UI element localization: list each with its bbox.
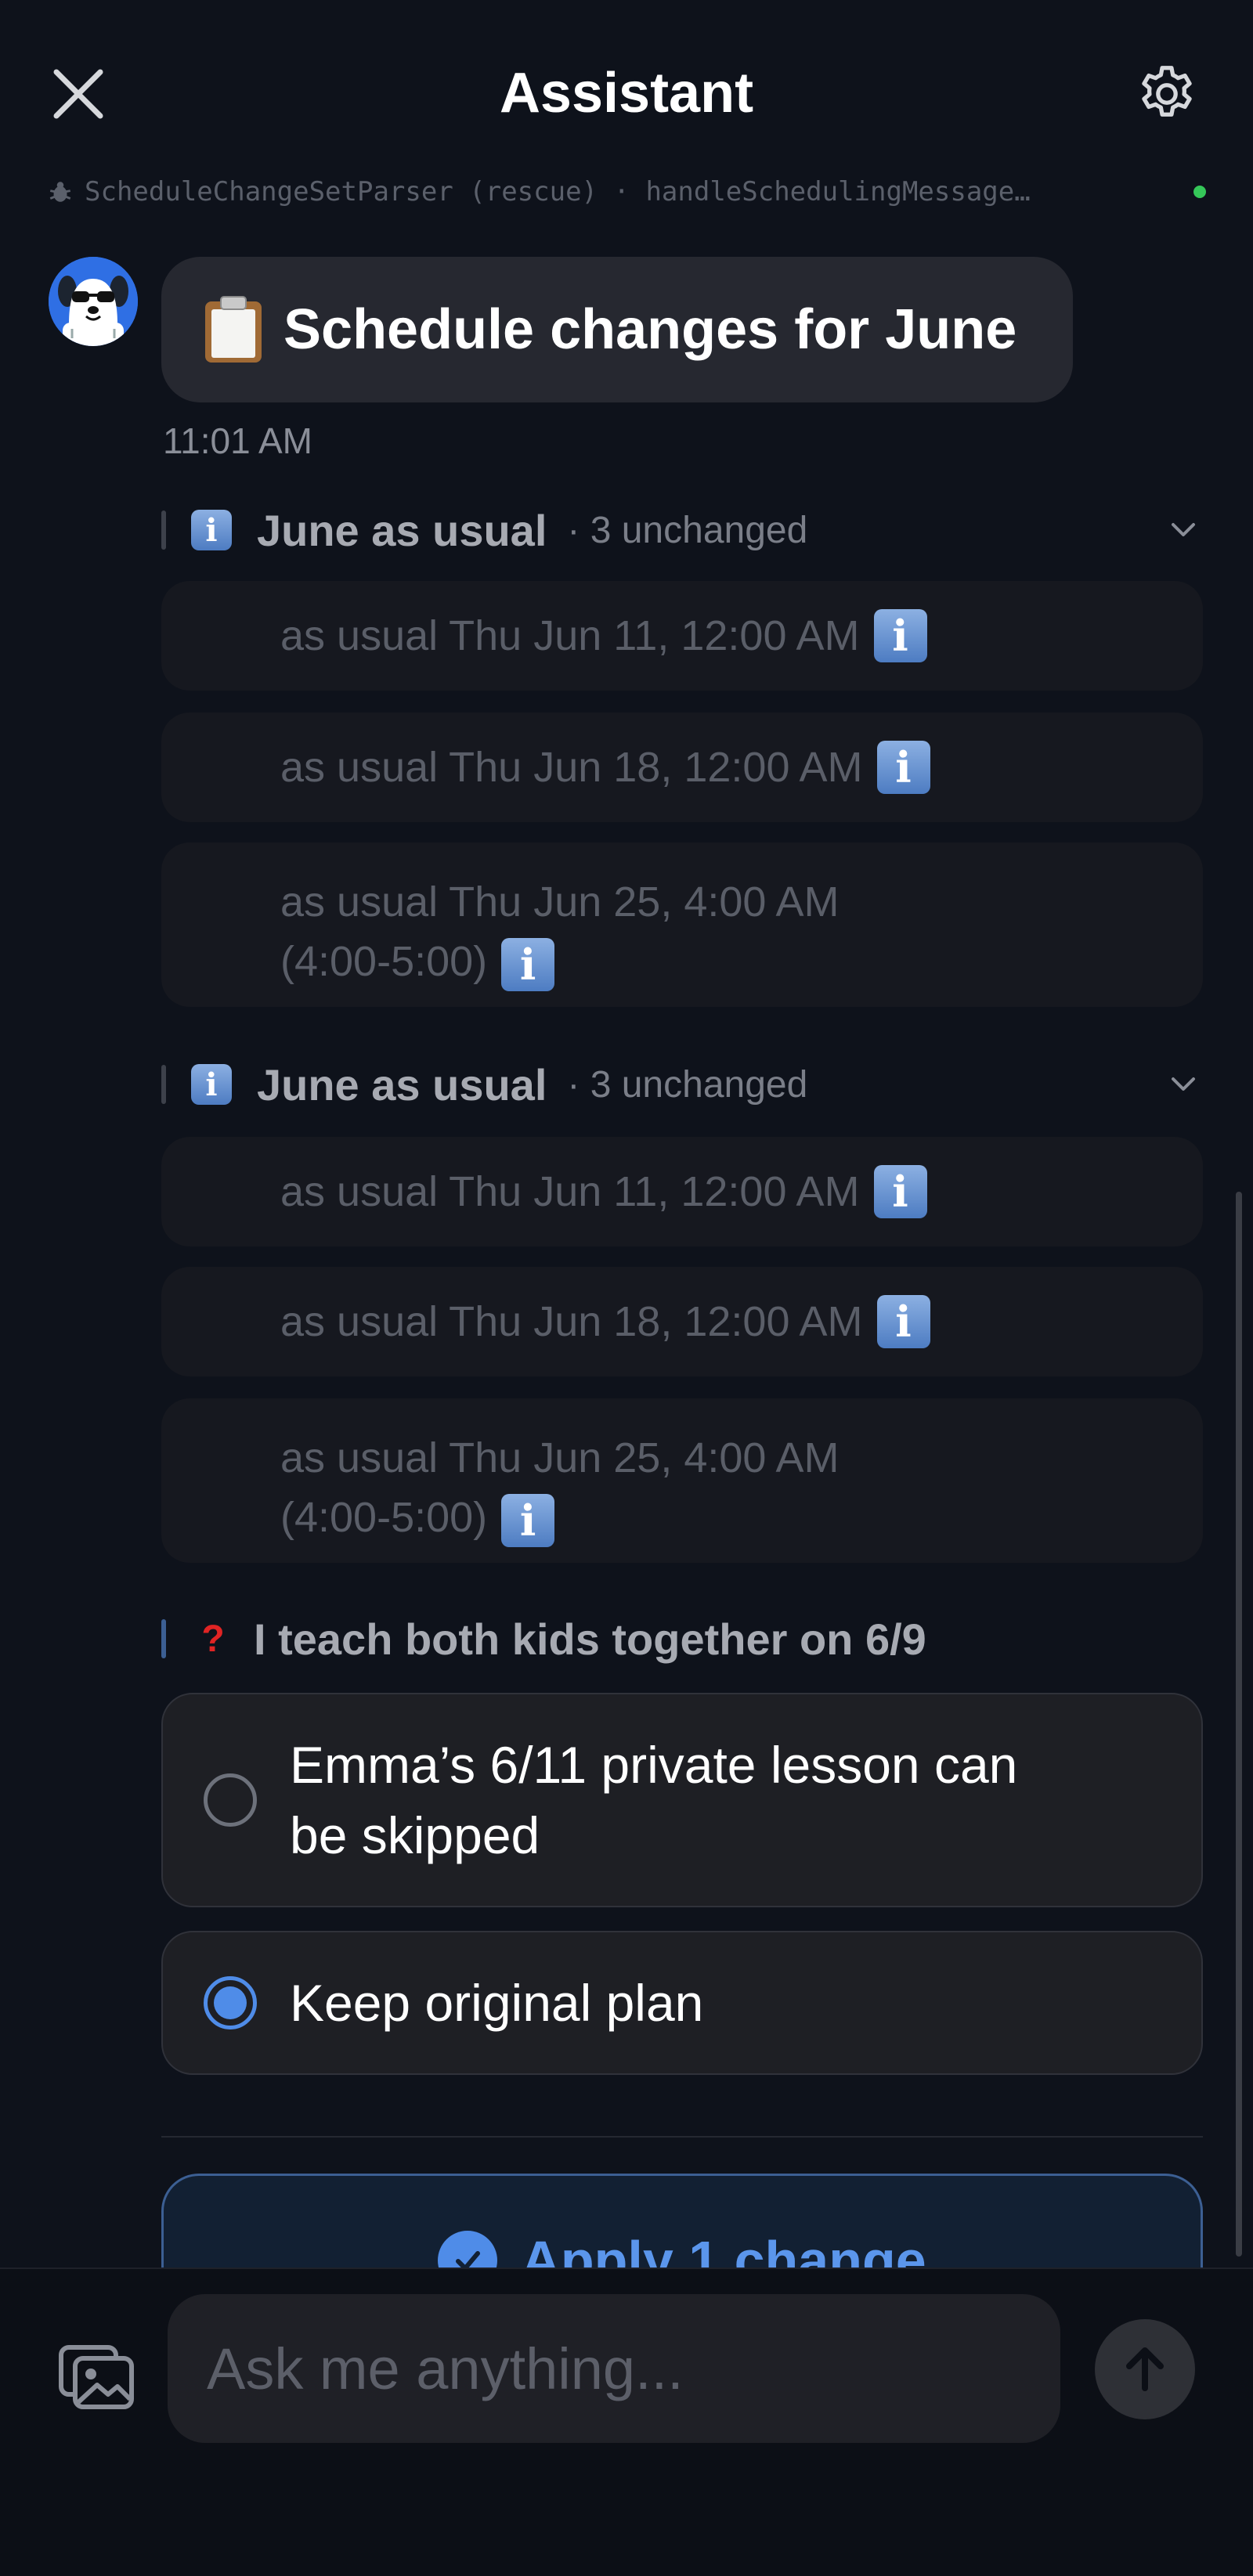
bug-icon bbox=[49, 182, 71, 202]
group-accent-bar bbox=[161, 1065, 166, 1104]
settings-button[interactable] bbox=[1134, 61, 1200, 127]
message-bubble: Schedule changes for June bbox=[161, 257, 1073, 402]
row-text-line2-wrap: (4:00-5:00) i bbox=[280, 1488, 1203, 1547]
info-icon: i bbox=[191, 1064, 232, 1105]
schedule-row[interactable]: as usual Thu Jun 25, 4:00 AM (4:00-5:00)… bbox=[161, 1398, 1203, 1563]
debug-text: ScheduleChangeSetParser (rescue) · handl… bbox=[85, 176, 1031, 207]
chevron-down-icon[interactable] bbox=[1164, 511, 1203, 550]
scrollbar[interactable] bbox=[1236, 1192, 1242, 2257]
option-label: Keep original plan bbox=[290, 1974, 704, 2032]
row-text-line1: as usual Thu Jun 25, 4:00 AM bbox=[280, 1434, 840, 1481]
option-label: Emma’s 6/11 private lesson can be skippe… bbox=[290, 1730, 1017, 1871]
status-dot bbox=[1193, 186, 1206, 198]
schedule-row[interactable]: as usual Thu Jun 25, 4:00 AM (4:00-5:00)… bbox=[161, 842, 1203, 1007]
question-mark-icon: ? bbox=[201, 1618, 225, 1660]
info-icon: i bbox=[873, 609, 927, 662]
send-button[interactable] bbox=[1095, 2319, 1195, 2419]
row-text-line2: (4:00-5:00) bbox=[280, 938, 488, 985]
clipboard-icon bbox=[205, 296, 262, 363]
group-count: · 3 unchanged bbox=[567, 1063, 808, 1106]
schedule-row[interactable]: as usual Thu Jun 11, 12:00 AM i bbox=[161, 581, 1203, 691]
message-timestamp: 11:01 AM bbox=[163, 420, 312, 461]
schedule-row[interactable]: as usual Thu Jun 11, 12:00 AM i bbox=[161, 1137, 1203, 1247]
row-text-line2: (4:00-5:00) bbox=[280, 1494, 488, 1541]
photo-library-icon bbox=[59, 2345, 134, 2409]
chat-input[interactable] bbox=[168, 2294, 1060, 2443]
page-title: Assistant bbox=[499, 62, 754, 124]
group-title: June as usual bbox=[257, 1059, 547, 1109]
radio-button-selected[interactable] bbox=[204, 1976, 257, 2029]
divider bbox=[161, 2136, 1203, 2138]
group-accent-bar bbox=[161, 511, 166, 550]
message-text: Schedule changes for June bbox=[283, 298, 1017, 361]
row-text: as usual Thu Jun 18, 12:00 AM bbox=[280, 1298, 863, 1345]
group-title: June as usual bbox=[257, 505, 547, 555]
info-icon: i bbox=[876, 1295, 930, 1348]
option-keep-plan[interactable]: Keep original plan bbox=[161, 1931, 1203, 2075]
group-header[interactable]: i June as usual · 3 unchanged bbox=[161, 1057, 1203, 1112]
option-label-line1: Emma’s 6/11 private lesson can bbox=[290, 1736, 1018, 1794]
info-icon: i bbox=[876, 741, 930, 794]
photo-button[interactable] bbox=[56, 2335, 138, 2416]
row-text-line1: as usual Thu Jun 25, 4:00 AM bbox=[280, 879, 840, 925]
schedule-row[interactable]: as usual Thu Jun 18, 12:00 AM i bbox=[161, 1267, 1203, 1376]
row-text-line2-wrap: (4:00-5:00) i bbox=[280, 932, 1203, 991]
info-icon: i bbox=[873, 1165, 927, 1218]
chevron-down-icon[interactable] bbox=[1164, 1065, 1203, 1104]
question-accent-bar bbox=[161, 1619, 166, 1658]
row-text: as usual Thu Jun 11, 12:00 AM bbox=[280, 612, 860, 659]
avatar bbox=[49, 257, 138, 346]
option-label-line2: be skipped bbox=[290, 1806, 540, 1864]
arrow-up-icon bbox=[1126, 2347, 1164, 2391]
info-icon: i bbox=[191, 510, 232, 550]
info-icon: i bbox=[501, 1493, 555, 1547]
schedule-row[interactable]: as usual Thu Jun 18, 12:00 AM i bbox=[161, 713, 1203, 822]
group-header[interactable]: i June as usual · 3 unchanged bbox=[161, 503, 1203, 557]
dog-avatar-icon bbox=[49, 257, 138, 346]
debug-status-line: ScheduleChangeSetParser (rescue) · handl… bbox=[47, 172, 1206, 211]
group-count: · 3 unchanged bbox=[567, 509, 808, 551]
gear-icon bbox=[1142, 66, 1192, 117]
radio-button[interactable] bbox=[204, 1773, 257, 1827]
row-text: as usual Thu Jun 11, 12:00 AM bbox=[280, 1168, 860, 1215]
question-title: I teach both kids together on 6/9 bbox=[254, 1614, 926, 1664]
option-skip-lesson[interactable]: Emma’s 6/11 private lesson can be skippe… bbox=[161, 1693, 1203, 1907]
row-text: as usual Thu Jun 18, 12:00 AM bbox=[280, 744, 863, 791]
info-icon: i bbox=[501, 937, 555, 991]
question-header: ? I teach both kids together on 6/9 bbox=[161, 1611, 1203, 1666]
